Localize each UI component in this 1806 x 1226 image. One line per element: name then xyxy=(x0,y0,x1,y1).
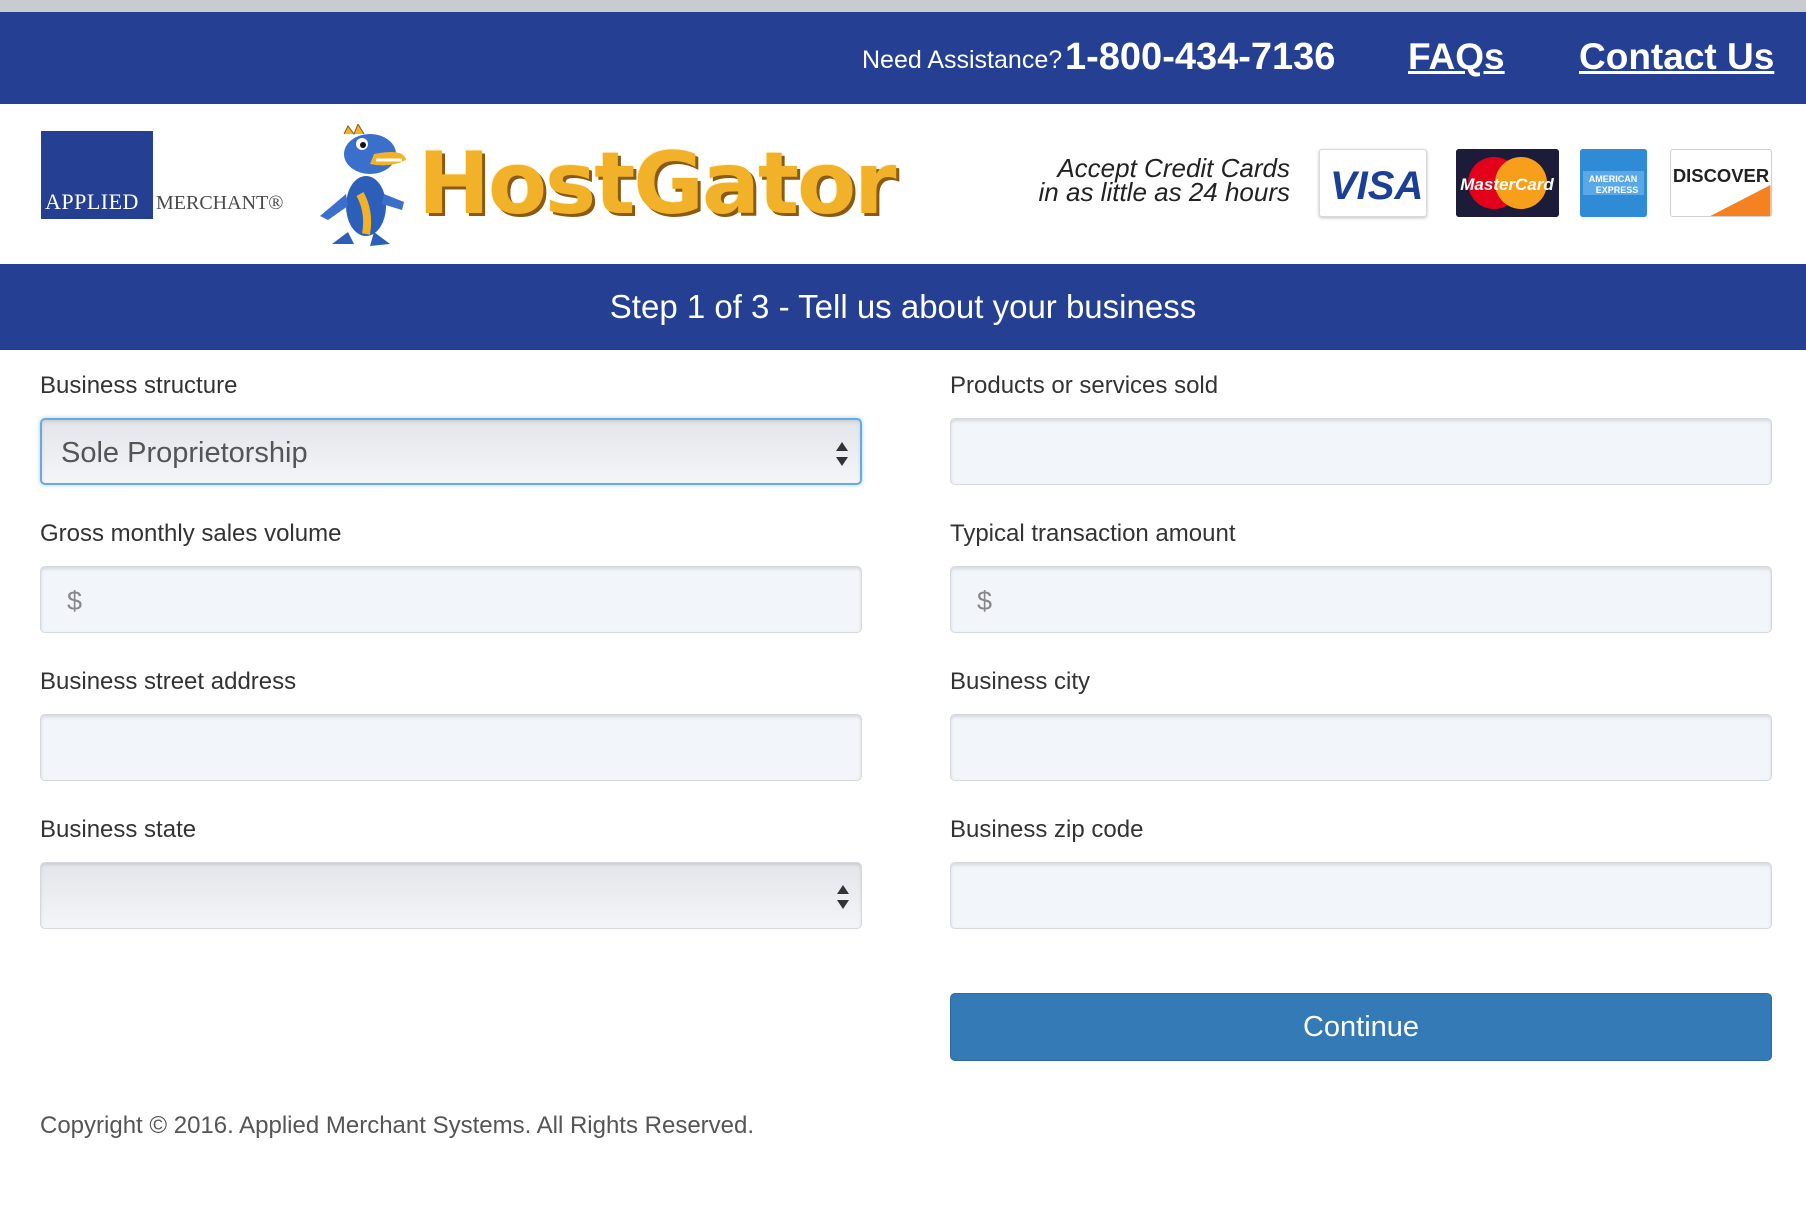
phone-number[interactable]: 1-800-434-7136 xyxy=(1065,36,1335,79)
visa-logo: VISA xyxy=(1319,149,1427,217)
products-services-label: Products or services sold xyxy=(950,372,1219,399)
gross-monthly-dollar-prefix: $ xyxy=(67,586,83,616)
browser-top-strip xyxy=(0,0,1806,12)
applied-merchant-logo-merchant: MERCHANT® xyxy=(156,192,284,214)
hostgator-wordmark[interactable]: HostGator xyxy=(418,134,897,234)
assistance-label: Need Assistance? xyxy=(862,46,1063,74)
business-structure-select[interactable]: Sole Proprietorship xyxy=(40,418,862,485)
continue-button[interactable]: Continue xyxy=(950,993,1772,1061)
discover-logo: DISCOVER xyxy=(1670,149,1772,217)
amex-logo-line-2: EXPRESS xyxy=(1596,185,1639,195)
business-city-input[interactable] xyxy=(950,714,1772,781)
accept-cards-promo: Accept Credit Cards in as little as 24 h… xyxy=(1030,155,1290,207)
typical-transaction-label: Typical transaction amount xyxy=(950,520,1236,547)
amex-logo-line-1: AMERICAN xyxy=(1589,174,1638,184)
discover-logo-text: DISCOVER xyxy=(1673,165,1769,186)
top-bar: Need Assistance? 1-800-434-7136 FAQs Con… xyxy=(0,12,1806,104)
business-zip-input[interactable] xyxy=(950,862,1772,929)
gross-monthly-sales-input[interactable]: $ xyxy=(40,566,862,633)
step-banner: Step 1 of 3 - Tell us about your busines… xyxy=(0,264,1806,350)
business-street-address-input[interactable] xyxy=(40,714,862,781)
copyright-text: Copyright © 2016. Applied Merchant Syste… xyxy=(40,1112,755,1139)
business-state-label: Business state xyxy=(40,816,197,843)
mastercard-logo-text: MasterCard xyxy=(1460,175,1554,194)
american-express-logo: AMERICAN EXPRESS xyxy=(1580,149,1647,217)
promo-line-2: in as little as 24 hours xyxy=(1038,177,1290,207)
typical-transaction-dollar-prefix: $ xyxy=(977,586,993,616)
mastercard-logo: MasterCard xyxy=(1456,149,1559,217)
business-street-address-label: Business street address xyxy=(40,668,297,695)
applied-merchant-logo[interactable]: APPLIED MERCHANT® xyxy=(41,131,286,219)
gross-monthly-sales-label: Gross monthly sales volume xyxy=(40,520,342,547)
applied-merchant-logo-applied: APPLIED xyxy=(45,189,139,214)
business-zip-label: Business zip code xyxy=(950,816,1144,843)
business-structure-label: Business structure xyxy=(40,372,238,399)
products-services-input[interactable] xyxy=(950,418,1772,485)
faqs-link[interactable]: FAQs xyxy=(1408,36,1505,78)
business-state-select[interactable] xyxy=(40,862,862,929)
select-arrows-icon xyxy=(837,885,849,909)
visa-logo-text: VISA xyxy=(1330,164,1424,208)
typical-transaction-input[interactable]: $ xyxy=(950,566,1772,633)
business-structure-value: Sole Proprietorship xyxy=(61,437,308,469)
contact-us-link[interactable]: Contact Us xyxy=(1579,36,1774,78)
business-city-label: Business city xyxy=(950,668,1091,695)
hostgator-mascot-icon xyxy=(320,124,406,246)
select-arrows-icon xyxy=(836,442,848,466)
